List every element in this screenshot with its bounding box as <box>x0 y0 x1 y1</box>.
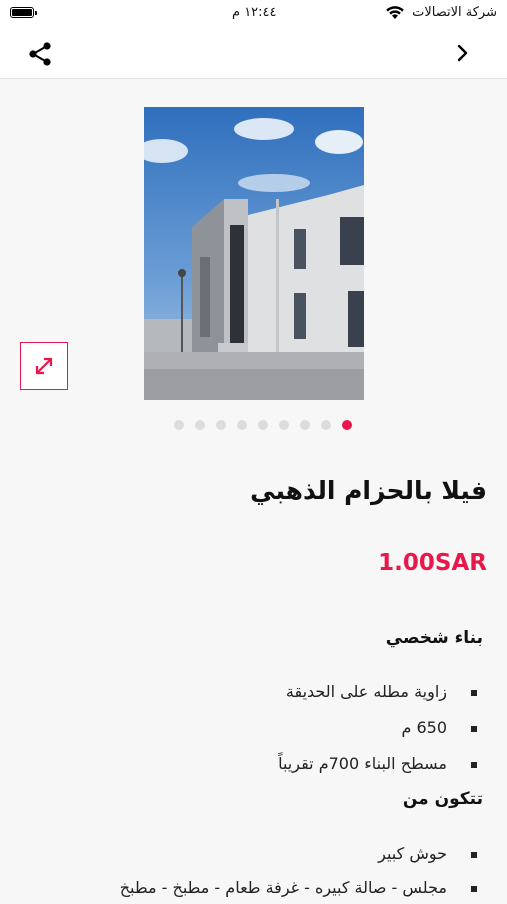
status-bar: ١٢:٤٤ م شركة الاتصالات <box>0 0 507 30</box>
carrier-name: شركة الاتصالات <box>412 5 497 20</box>
page-dot[interactable] <box>258 420 268 430</box>
page-dot[interactable] <box>279 420 289 430</box>
page-dot[interactable] <box>195 420 205 430</box>
top-nav-bar <box>0 30 507 79</box>
fullscreen-button[interactable] <box>20 342 68 390</box>
page-dot[interactable] <box>237 420 247 430</box>
chevron-right-icon[interactable] <box>451 42 473 64</box>
page-dot-active[interactable] <box>342 420 352 430</box>
gallery-pagination <box>162 419 352 431</box>
page-dot[interactable] <box>321 420 331 430</box>
section-heading-personal-build: بناء شخصي <box>385 628 483 648</box>
villa-photo[interactable] <box>144 107 364 400</box>
list-item: 650 م <box>17 718 477 744</box>
wifi-icon <box>386 6 404 19</box>
property-title: فيلا بالحزام الذهبي <box>250 476 487 505</box>
battery-icon <box>10 7 37 18</box>
list-item: حوش كبير <box>17 844 477 870</box>
page-dot[interactable] <box>174 420 184 430</box>
list-item: مسطح البناء 700م تقريباً <box>17 754 477 780</box>
share-icon[interactable] <box>26 40 54 68</box>
expand-icon <box>35 357 53 375</box>
property-price: 1.00SAR <box>378 550 487 576</box>
list-item: زاوية مطله على الحديقة <box>17 682 477 708</box>
section-heading-composition: تتكون من <box>402 789 483 809</box>
list-item: مجلس - صالة كبيره - غرفة طعام - مطبخ - م… <box>17 878 477 904</box>
status-time: ١٢:٤٤ م <box>232 5 277 20</box>
page-dot[interactable] <box>216 420 226 430</box>
page-dot[interactable] <box>300 420 310 430</box>
